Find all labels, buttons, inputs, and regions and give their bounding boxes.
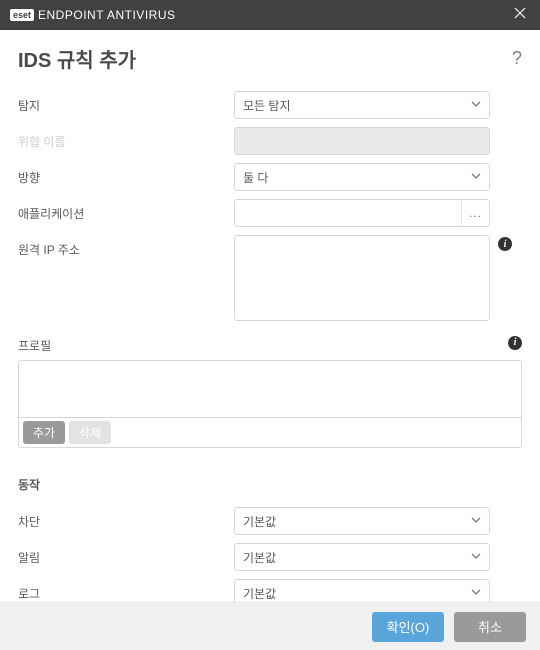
row-threat-name: 위협 이름 xyxy=(18,127,522,155)
select-detection-value: 모든 탐지 xyxy=(243,97,291,114)
select-direction-value: 둘 다 xyxy=(243,169,268,186)
profile-actions: 추가 삭제 xyxy=(18,418,522,448)
textarea-remote-ip[interactable] xyxy=(234,235,490,321)
help-button[interactable]: ? xyxy=(512,48,522,69)
window-close-button[interactable] xyxy=(510,5,530,25)
info-icon: i xyxy=(514,337,517,348)
label-remote-ip: 원격 IP 주소 xyxy=(18,235,234,258)
select-block-value: 기본값 xyxy=(243,513,276,530)
product-name: ENDPOINT ANTIVIRUS xyxy=(38,8,175,22)
info-icon: i xyxy=(504,239,507,250)
header-row: IDS 규칙 추가 ? xyxy=(18,44,522,73)
chevron-down-icon xyxy=(471,514,481,528)
content-area: IDS 규칙 추가 ? 탐지 모든 탐지 위협 이름 방향 둘 다 xyxy=(0,30,540,607)
input-application[interactable] xyxy=(235,200,461,226)
info-profile[interactable]: i xyxy=(508,336,522,350)
close-icon xyxy=(514,6,526,24)
cancel-button[interactable]: 취소 xyxy=(454,612,526,642)
help-icon: ? xyxy=(512,48,522,68)
select-notify[interactable]: 기본값 xyxy=(234,543,490,571)
label-block: 차단 xyxy=(18,507,234,530)
profile-header: 프로필 i xyxy=(18,331,522,354)
label-detection: 탐지 xyxy=(18,91,234,114)
row-notify: 알림 기본값 xyxy=(18,543,522,571)
browse-application-button[interactable]: ... xyxy=(461,200,489,226)
label-application: 애플리케이션 xyxy=(18,199,234,222)
ok-button[interactable]: 확인(O) xyxy=(372,612,444,642)
row-remote-ip: 원격 IP 주소 i xyxy=(18,235,522,321)
row-detection: 탐지 모든 탐지 xyxy=(18,91,522,119)
profile-section: 프로필 i 추가 삭제 xyxy=(18,331,522,448)
input-threat-name xyxy=(234,127,490,155)
row-application: 애플리케이션 ... xyxy=(18,199,522,227)
select-detection[interactable]: 모든 탐지 xyxy=(234,91,490,119)
label-direction: 방향 xyxy=(18,163,234,186)
label-profile: 프로필 xyxy=(18,331,51,354)
profile-delete-button: 삭제 xyxy=(69,421,111,444)
label-log: 로그 xyxy=(18,579,234,602)
select-block[interactable]: 기본값 xyxy=(234,507,490,535)
product-brand: eset ENDPOINT ANTIVIRUS xyxy=(10,8,175,22)
row-block: 차단 기본값 xyxy=(18,507,522,535)
label-notify: 알림 xyxy=(18,543,234,566)
select-direction[interactable]: 둘 다 xyxy=(234,163,490,191)
titlebar: eset ENDPOINT ANTIVIRUS xyxy=(0,0,540,30)
chevron-down-icon xyxy=(471,586,481,600)
footer: 확인(O) 취소 xyxy=(0,602,540,650)
ellipsis-icon: ... xyxy=(469,206,482,220)
chevron-down-icon xyxy=(471,170,481,184)
chevron-down-icon xyxy=(471,98,481,112)
label-threat-name: 위협 이름 xyxy=(18,127,234,150)
select-log-value: 기본값 xyxy=(243,585,276,602)
profile-add-button[interactable]: 추가 xyxy=(23,421,65,444)
page-title: IDS 규칙 추가 xyxy=(18,44,136,73)
row-direction: 방향 둘 다 xyxy=(18,163,522,191)
info-remote-ip[interactable]: i xyxy=(498,237,512,251)
brand-badge: eset xyxy=(10,9,34,21)
profile-list[interactable] xyxy=(18,360,522,418)
chevron-down-icon xyxy=(471,550,481,564)
section-action-heading: 동작 xyxy=(18,476,522,493)
input-application-group: ... xyxy=(234,199,490,227)
select-notify-value: 기본값 xyxy=(243,549,276,566)
